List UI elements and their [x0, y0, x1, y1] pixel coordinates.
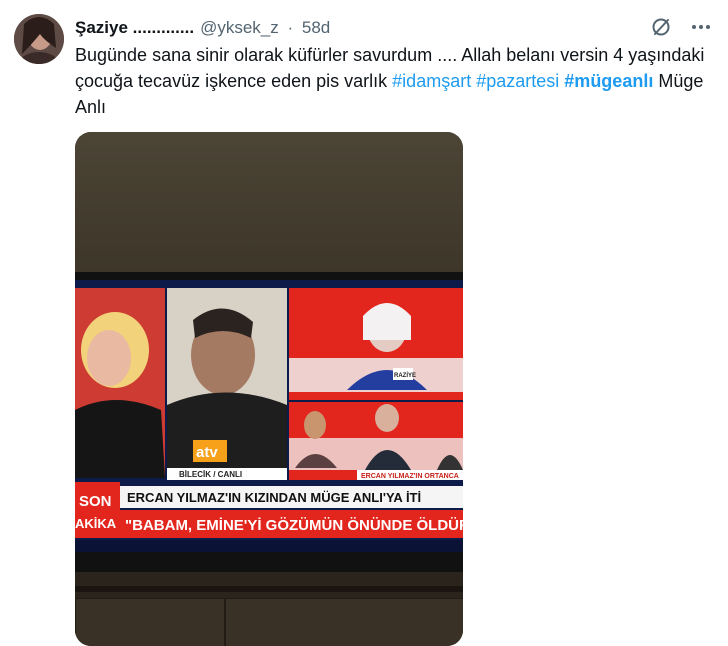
tv-cabinet: [75, 572, 463, 646]
tweet-photo[interactable]: atv BİLECİK / CANLI RAZİYE ERCAN YILMAZ'…: [75, 132, 463, 646]
network-logo: atv: [196, 444, 218, 461]
name-tag: RAZİYE: [394, 372, 416, 379]
author-handle[interactable]: @yksek_z: [200, 18, 279, 37]
side-caption: ERCAN YILMAZ'IN ORTANCA: [361, 473, 459, 480]
son-badge-top: SON: [79, 493, 112, 510]
ticker-line-2: "BABAM, EMİNE'Yİ GÖZÜMÜN ÖNÜNDE ÖLDÜR: [125, 517, 463, 534]
tweet-header: Şaziye ............. @yksek_z · 58d: [75, 16, 638, 40]
hashtag-pazartesi[interactable]: #pazartesi: [476, 71, 559, 91]
tv-screen: atv BİLECİK / CANLI RAZİYE ERCAN YILMAZ'…: [75, 280, 463, 552]
cabinet-panel-right: [225, 598, 463, 646]
more-icon[interactable]: [688, 14, 714, 40]
tv-broadcast: atv BİLECİK / CANLI RAZİYE ERCAN YILMAZ'…: [75, 280, 463, 552]
avatar-photo: [14, 14, 64, 64]
avatar[interactable]: [14, 14, 64, 64]
tweet-text: Bugünde sana sinir olarak küfürler savur…: [75, 42, 705, 120]
slash-circle-icon[interactable]: [648, 14, 674, 40]
dot-separator: ·: [287, 18, 294, 37]
cabinet-shelf: [75, 586, 463, 592]
hashtag-mugeanli[interactable]: #mügeanlı: [564, 71, 653, 91]
wall: [75, 132, 463, 292]
tweet: Şaziye ............. @yksek_z · 58d Bugün…: [0, 0, 728, 646]
cabinet-panel-left: [75, 598, 225, 646]
tweet-actions: [648, 14, 714, 40]
timestamp[interactable]: 58d: [302, 18, 330, 37]
hashtag-idamsart[interactable]: #idamşart: [392, 71, 471, 91]
son-badge-bottom: AKİKA: [75, 516, 117, 531]
author-name[interactable]: Şaziye .............: [75, 18, 194, 37]
ticker-line-1: ERCAN YILMAZ'IN KIZINDAN MÜGE ANLI'YA İT…: [127, 490, 421, 505]
location-label: BİLECİK / CANLI: [179, 470, 242, 479]
